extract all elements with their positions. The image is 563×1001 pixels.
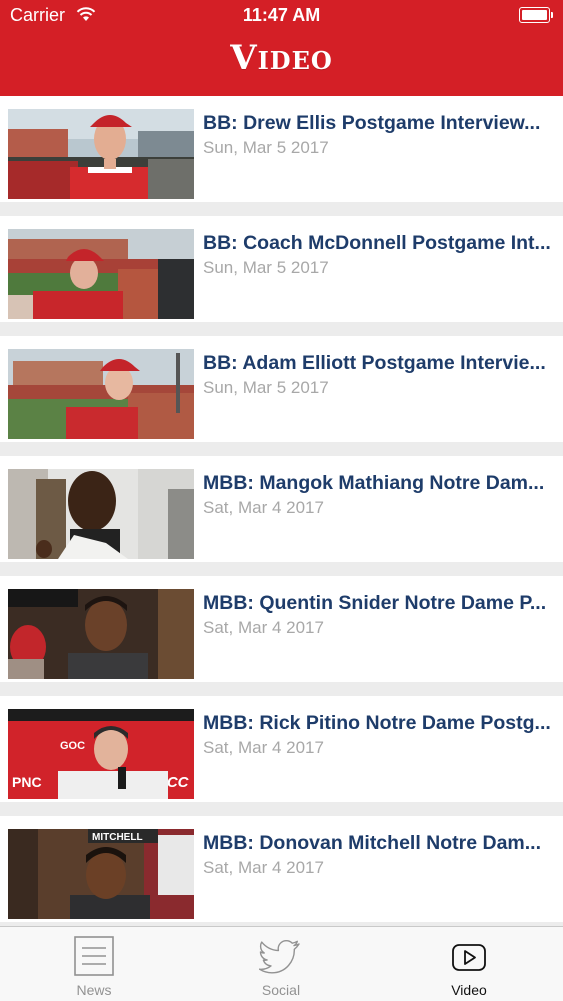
video-date: Sun, Mar 5 2017 xyxy=(203,258,329,277)
video-row[interactable]: MITCHELL MBB: Donovan Mitchell Notre Dam… xyxy=(0,816,563,922)
video-thumbnail[interactable]: GOC PNC ACC xyxy=(8,709,194,799)
twitter-bird-icon xyxy=(259,940,300,974)
video-thumbnail[interactable]: MITCHELL xyxy=(8,829,194,919)
video-title[interactable]: MBB: Mangok Mathiang Notre Dam... xyxy=(203,472,555,495)
status-bar: Carrier 11:47 AM xyxy=(0,0,563,32)
video-title[interactable]: BB: Coach McDonnell Postgame Int... xyxy=(203,232,555,255)
video-thumbnail[interactable] xyxy=(8,109,194,199)
tab-news-label: News xyxy=(76,982,112,998)
video-title[interactable]: MBB: Quentin Snider Notre Dame P... xyxy=(203,592,555,615)
tab-video[interactable]: Video xyxy=(375,927,563,1001)
video-date: Sat, Mar 4 2017 xyxy=(203,738,324,757)
video-row[interactable]: BB: Adam Elliott Postgame Intervie... Su… xyxy=(0,336,563,442)
battery-icon xyxy=(519,7,553,23)
tab-social[interactable]: Social xyxy=(187,927,375,1001)
news-icon xyxy=(74,936,114,976)
video-date: Sun, Mar 5 2017 xyxy=(203,138,329,157)
video-date: Sat, Mar 4 2017 xyxy=(203,498,324,517)
app-header: Carrier 11:47 AM Video xyxy=(0,0,563,96)
video-row[interactable]: GOC PNC ACC MBB: Rick Pitino Notre Dame … xyxy=(0,696,563,802)
tab-video-label: Video xyxy=(451,982,487,998)
video-thumbnail[interactable] xyxy=(8,229,194,319)
video-thumbnail[interactable] xyxy=(8,469,194,559)
video-thumbnail[interactable] xyxy=(8,349,194,439)
video-row[interactable]: MBB: Mangok Mathiang Notre Dam... Sat, M… xyxy=(0,456,563,562)
video-title[interactable]: BB: Drew Ellis Postgame Interview... xyxy=(203,112,555,135)
pitino-sponsor-text: PNC xyxy=(12,774,42,790)
pitino-banner-text: GOC xyxy=(60,740,85,752)
video-title[interactable]: BB: Adam Elliott Postgame Intervie... xyxy=(203,352,555,375)
video-row[interactable]: BB: Drew Ellis Postgame Interview... Sun… xyxy=(0,96,563,202)
tab-news[interactable]: News xyxy=(0,927,188,1001)
tab-social-label: Social xyxy=(261,982,301,998)
page-title: Video xyxy=(230,38,333,78)
video-thumbnail[interactable] xyxy=(8,589,194,679)
video-row[interactable]: BB: Coach McDonnell Postgame Int... Sun,… xyxy=(0,216,563,322)
video-date: Sun, Mar 5 2017 xyxy=(203,378,329,397)
video-date: Sat, Mar 4 2017 xyxy=(203,618,324,637)
video-title[interactable]: MBB: Donovan Mitchell Notre Dam... xyxy=(203,832,555,855)
clock: 11:47 AM xyxy=(242,5,321,25)
video-date: Sat, Mar 4 2017 xyxy=(203,858,324,877)
video-row[interactable]: MBB: Quentin Snider Notre Dame P... Sat,… xyxy=(0,576,563,682)
video-title[interactable]: MBB: Rick Pitino Notre Dame Postg... xyxy=(203,712,555,735)
mitchell-banner-text: MITCHELL xyxy=(92,832,143,843)
play-icon xyxy=(452,944,486,971)
tab-bar: News Social Video xyxy=(0,926,563,1001)
